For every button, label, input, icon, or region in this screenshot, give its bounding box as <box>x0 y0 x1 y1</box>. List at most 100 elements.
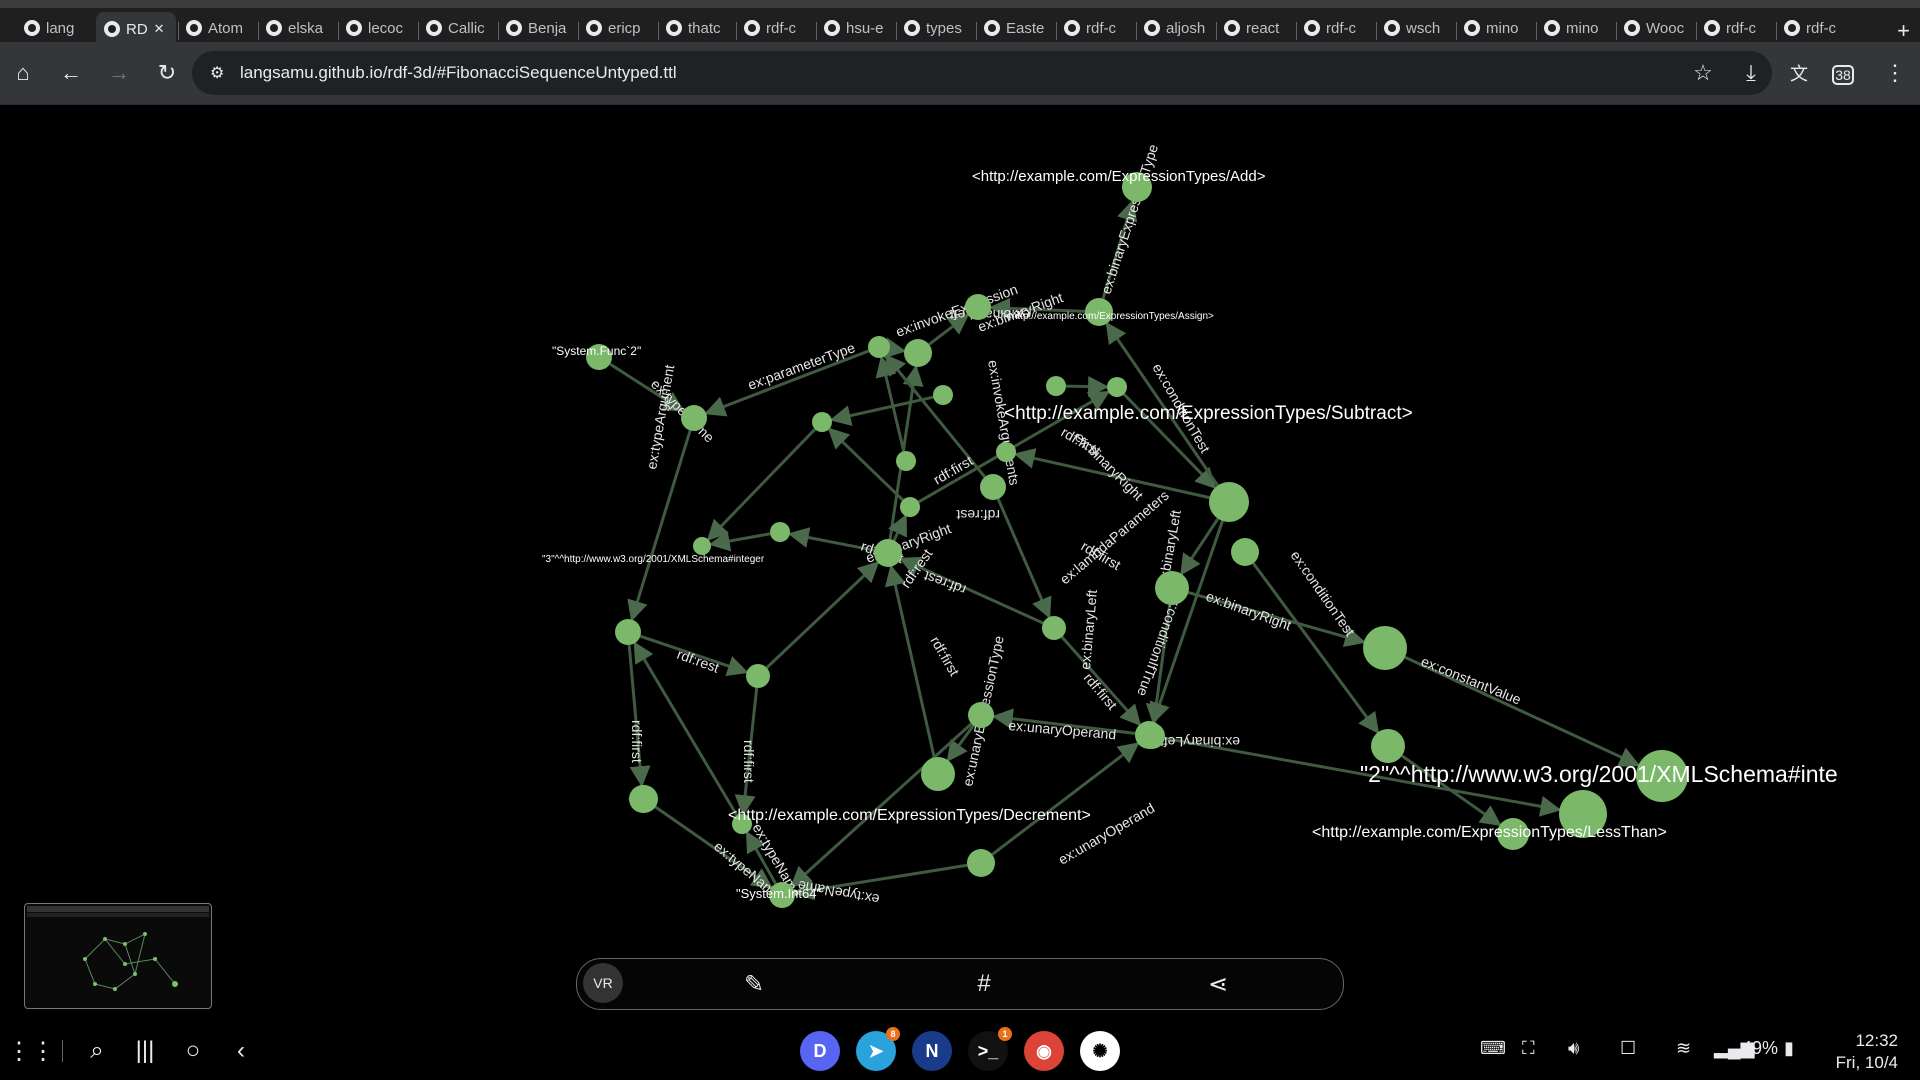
search-icon[interactable]: ⌕ <box>80 1034 114 1068</box>
reload-icon[interactable]: ↻ <box>152 58 182 88</box>
graph-node[interactable] <box>630 785 658 813</box>
tab-label: elska <box>288 19 324 37</box>
browser-tab[interactable]: lang <box>24 15 88 41</box>
browser-tab[interactable]: react <box>1224 15 1288 41</box>
graph-node[interactable] <box>681 405 707 431</box>
translate-icon[interactable]: 文 <box>1784 58 1814 88</box>
browser-tab[interactable]: RD ✕ <box>96 12 176 46</box>
graph-node[interactable] <box>1042 616 1066 640</box>
notification-badge: 8 <box>886 1027 900 1041</box>
notifications-icon[interactable]: ☐ <box>1620 1038 1636 1059</box>
app-icon[interactable]: N <box>912 1031 952 1071</box>
graph-node[interactable] <box>896 451 916 471</box>
tab-label: ericp <box>608 19 641 37</box>
graph-node[interactable] <box>615 619 641 645</box>
graph-node[interactable] <box>1107 377 1127 397</box>
graph-node[interactable] <box>812 412 832 432</box>
edge-label: ex:binaryLeft <box>1077 589 1100 670</box>
browser-tab[interactable]: Easte <box>984 15 1048 41</box>
graph-node[interactable] <box>1363 626 1407 670</box>
browser-tab[interactable]: mino <box>1544 15 1608 41</box>
graph-node[interactable] <box>1209 482 1249 522</box>
browser-tab[interactable]: rdf-c <box>1064 15 1128 41</box>
browser-tab[interactable]: wsch <box>1384 15 1448 41</box>
app-drawer-icon[interactable]: ⋮⋮ <box>7 1034 55 1068</box>
graph-node[interactable] <box>921 757 955 791</box>
browser-tab[interactable]: Callic <box>426 15 490 41</box>
address-bar[interactable]: ⚙ langsamu.github.io/rdf-3d/#FibonacciSe… <box>192 51 1772 95</box>
hashtag-icon[interactable]: # <box>969 969 999 999</box>
browser-tab[interactable]: lecoc <box>346 15 410 41</box>
tab-label: thatc <box>688 19 721 37</box>
graph-node[interactable] <box>1046 376 1066 396</box>
graph-node[interactable] <box>693 537 711 555</box>
browser-tab[interactable]: rdf-c <box>1704 15 1768 41</box>
browser-tab[interactable]: ericp <box>586 15 650 41</box>
browser-tab[interactable]: types <box>904 15 968 41</box>
browser-tab[interactable]: elska <box>266 15 330 41</box>
back-icon[interactable]: ← <box>56 58 86 88</box>
edge-label: rdf:rest <box>922 568 969 598</box>
browser-tab[interactable]: thatc <box>666 15 730 41</box>
tab-label: rdf-c <box>1806 19 1836 37</box>
tab-separator <box>1536 22 1537 40</box>
tab-label: Atom <box>208 19 244 37</box>
browser-tab[interactable]: Wooc <box>1624 15 1688 41</box>
home-icon[interactable]: ⌂ <box>8 58 38 88</box>
close-tab-icon[interactable]: ✕ <box>154 21 165 37</box>
graph-node[interactable] <box>1371 729 1405 763</box>
graph-node[interactable] <box>770 522 790 542</box>
discord-icon[interactable]: D <box>800 1031 840 1071</box>
new-tab-button[interactable]: + <box>1897 18 1910 44</box>
chrome-icon[interactable]: ◉ <box>1024 1031 1064 1071</box>
graph-node[interactable] <box>900 497 920 517</box>
telegram-icon[interactable]: ➤ 8 <box>856 1027 900 1071</box>
site-info-icon[interactable]: ⚙ <box>210 63 224 83</box>
browser-tab[interactable]: rdf-c <box>1784 15 1848 41</box>
clock[interactable]: 12:32 Fri, 10/4 <box>1836 1030 1898 1074</box>
download-icon[interactable]: ⤓ <box>1736 58 1766 88</box>
graph-node[interactable] <box>874 539 902 567</box>
vr-icon[interactable]: VR <box>583 963 623 1003</box>
forward-icon[interactable]: → <box>104 58 134 88</box>
graph-node[interactable] <box>904 339 932 367</box>
graph-edge <box>765 561 880 669</box>
graph-node[interactable] <box>746 664 770 688</box>
menu-icon[interactable]: ⋮ <box>1880 58 1910 88</box>
bookmark-star-icon[interactable]: ☆ <box>1688 58 1718 88</box>
graph-node[interactable] <box>1231 538 1259 566</box>
browser-tab[interactable]: Benja <box>506 15 570 41</box>
graph-node[interactable] <box>933 385 953 405</box>
edit-icon[interactable]: ✎ <box>739 969 769 999</box>
tab-count-icon[interactable]: 38 <box>1832 65 1854 85</box>
browser-tab[interactable]: hsu-e <box>824 15 888 41</box>
graph-node[interactable] <box>967 849 995 877</box>
browser-tab[interactable]: mino <box>1464 15 1528 41</box>
minimap[interactable] <box>24 903 212 1009</box>
browser-tab[interactable]: Atom <box>186 15 250 41</box>
browser-tab[interactable]: rdf-c <box>744 15 808 41</box>
back-button-icon[interactable]: ‹ <box>224 1034 258 1068</box>
graph-node[interactable] <box>980 474 1006 500</box>
graph-canvas[interactable]: ex:binaryExpressionType ex:binaryLeft ex:b… <box>0 105 1920 1020</box>
graph-node[interactable] <box>1139 723 1165 749</box>
chatgpt-icon[interactable]: ✺ <box>1080 1031 1120 1071</box>
terminal-icon[interactable]: >_ 1 <box>968 1027 1012 1071</box>
graph-node[interactable] <box>996 442 1016 462</box>
rdf-graph[interactable]: ex:binaryExpressionType ex:binaryLeft ex:b… <box>0 105 1920 1020</box>
home-button-icon[interactable]: ○ <box>176 1034 210 1068</box>
graph-node[interactable] <box>965 294 991 320</box>
browser-tab[interactable]: rdf-c <box>1304 15 1368 41</box>
volume-icon[interactable]: 🔊︎ <box>1568 1038 1579 1059</box>
share-icon[interactable]: ⋖ <box>1203 969 1233 999</box>
recents-icon[interactable]: ||| <box>128 1034 162 1068</box>
github-icon <box>1144 20 1160 36</box>
graph-node[interactable] <box>968 702 994 728</box>
keyboard-icon[interactable]: ⌨ <box>1480 1038 1506 1059</box>
tab-separator <box>1136 22 1137 40</box>
screenshot-icon[interactable]: ⛶ <box>1522 1038 1535 1059</box>
url-text[interactable]: langsamu.github.io/rdf-3d/#FibonacciSequ… <box>240 63 677 83</box>
browser-tab[interactable]: aljosh <box>1144 15 1208 41</box>
graph-node[interactable] <box>868 336 890 358</box>
graph-node[interactable] <box>1155 571 1189 605</box>
